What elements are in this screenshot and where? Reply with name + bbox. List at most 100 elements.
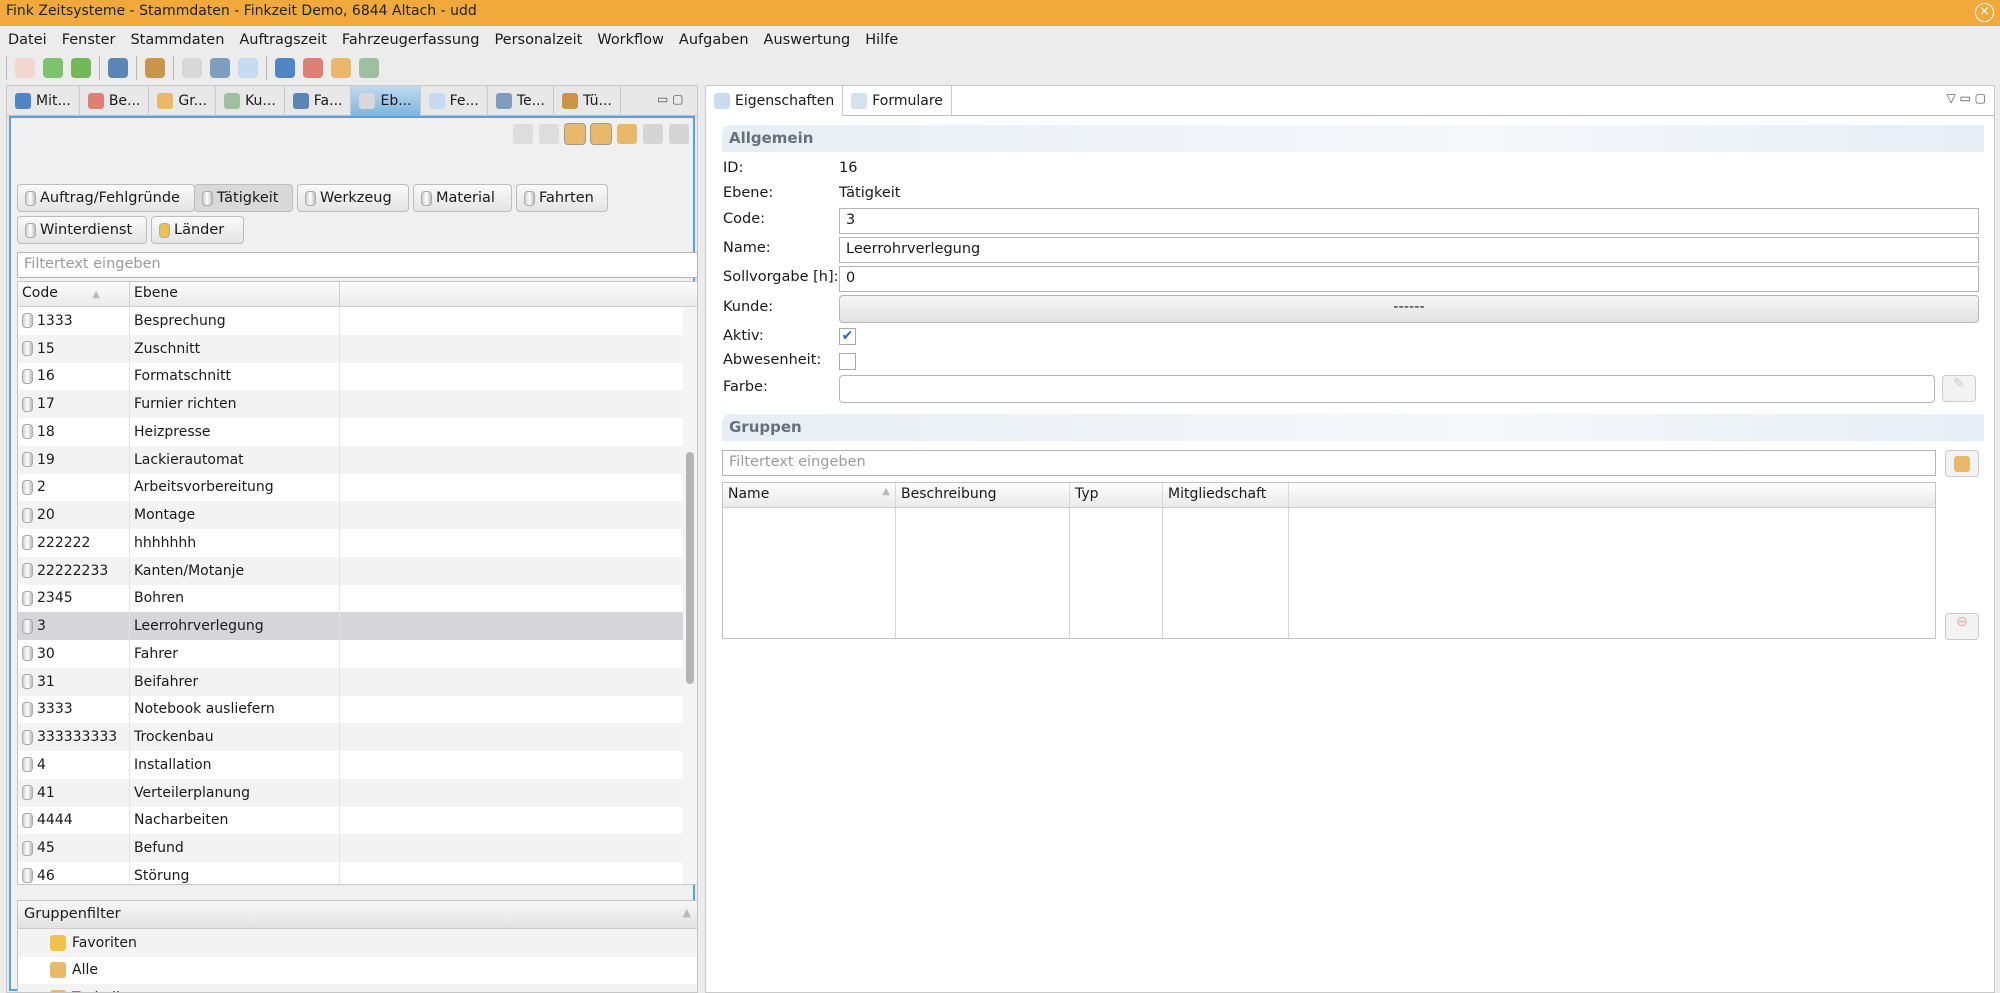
farbe-field[interactable] [839,375,1935,403]
column-header-code[interactable]: Code ▲ [18,282,130,306]
group-filter-item[interactable]: ▶Technik [18,984,697,992]
column-header-name[interactable]: Name ▲ [723,483,896,507]
pdf-icon[interactable] [15,58,35,78]
table-row[interactable]: 41 Verteilerplanung [18,778,697,807]
tab-6[interactable]: Fe... [421,86,488,116]
tab-5[interactable]: Eb... [351,86,421,116]
scrollbar[interactable] [683,307,697,884]
table-row[interactable]: 45 Befund [18,834,697,862]
menu-fahrzeugerfassung[interactable]: Fahrzeugerfassung [342,32,480,48]
view-menu-icon[interactable]: ▽ ▭ ▢ [1946,91,1986,105]
tab-8[interactable]: Tü... [554,86,621,116]
sollvorgabe-field[interactable]: 0 [839,266,1979,292]
car-icon[interactable] [108,58,128,78]
terminal-icon[interactable] [210,58,230,78]
code-field[interactable]: 3 [839,208,1979,234]
menu-hilfe[interactable]: Hilfe [865,32,898,48]
table-row[interactable]: 20 Montage [18,501,697,529]
level-button[interactable]: Winterdienst [17,216,147,244]
table-row[interactable]: 30 Fahrer [18,640,697,668]
tab-2[interactable]: Gr... [149,86,217,116]
car-icon [292,93,309,109]
menu-fenster[interactable]: Fenster [62,32,116,48]
clear-color-button[interactable]: ✎ [1942,375,1976,402]
tab-4[interactable]: Fa... [285,86,352,116]
group-icon[interactable] [331,58,351,78]
level-button[interactable]: Fahrten [516,184,608,212]
column-header-typ[interactable]: Typ [1070,483,1163,507]
group-add-icon[interactable] [617,124,637,144]
gruppen-filter-input[interactable]: Filtertext eingeben [722,450,1936,476]
delete-level-icon[interactable] [539,124,559,144]
cylinder-icon [25,222,36,238]
undo-icon[interactable] [71,58,91,78]
menu-auftragszeit[interactable]: Auftragszeit [239,32,327,48]
column-header-ebene[interactable]: Ebene [130,282,340,306]
remove-group-button[interactable]: ⊖ [1945,613,1979,640]
cylinder-icon[interactable] [182,58,202,78]
refresh-icon[interactable] [43,58,63,78]
add-level-icon[interactable] [513,124,533,144]
level-button[interactable]: Länder [151,216,244,244]
menu-auswertung[interactable]: Auswertung [764,32,851,48]
abwesenheit-checkbox[interactable] [839,353,856,370]
group-edit-icon[interactable] [590,123,612,145]
building-icon[interactable] [359,58,379,78]
person-icon[interactable] [275,58,295,78]
column-header-mitgliedschaft[interactable]: Mitgliedschaft [1163,483,1289,507]
table-row[interactable]: 3333 Notebook ausliefern [18,695,697,724]
table-row[interactable]: 15 Zuschnitt [18,334,697,363]
menu-personalzeit[interactable]: Personalzeit [494,32,582,48]
table-row[interactable]: 222222 hhhhhhh [18,529,697,557]
tab-3[interactable]: Ku... [216,86,285,116]
column-header-beschreibung[interactable]: Beschreibung [896,483,1070,507]
table-row[interactable]: 46 Störung [18,862,697,884]
add-group-button[interactable] [1945,450,1979,477]
table-row[interactable]: 3 Leerrohrverlegung [18,612,697,640]
door-icon[interactable] [145,58,165,78]
close-icon[interactable]: × [1975,3,1994,22]
table-row[interactable]: 2345 Bohren [18,584,697,613]
cup-icon[interactable] [643,124,663,144]
kunde-select-button[interactable]: ------ [839,295,1979,323]
aktiv-checkbox[interactable]: ✔ [839,328,856,345]
level-button[interactable]: Material [413,184,512,212]
name-field[interactable]: Leerrohrverlegung [839,237,1979,263]
level-button[interactable]: Auftrag/Fehlgründe [17,184,195,212]
tag-icon[interactable] [669,124,689,144]
group-filter-item[interactable]: Alle [18,957,697,985]
table-row[interactable]: 4 Installation [18,751,697,779]
table-row[interactable]: 19 Lackierautomat [18,445,697,474]
tab-eigenschaften[interactable]: Eigenschaften [706,86,844,116]
table-row[interactable]: 17 Furnier richten [18,390,697,418]
menu-datei[interactable]: Datei [8,32,47,48]
person-female-icon[interactable] [303,58,323,78]
menu-stammdaten[interactable]: Stammdaten [130,32,224,48]
form-icon[interactable] [238,58,258,78]
table-row[interactable]: 333333333 Trockenbau [18,723,697,751]
group-view-icon[interactable] [564,123,586,145]
cylinder-icon [22,313,33,329]
table-row[interactable]: 1333 Besprechung [18,307,697,335]
filter-input[interactable]: Filtertext eingeben [17,252,698,278]
menu-aufgaben[interactable]: Aufgaben [679,32,749,48]
level-button[interactable]: Werkzeug [297,184,409,212]
scrollbar-thumb[interactable] [686,452,694,684]
gruppenfilter-header[interactable]: Gruppenfilter ▲ [18,901,697,929]
menu-workflow[interactable]: Workflow [597,32,664,48]
group-filter-item[interactable]: Favoriten [18,929,697,957]
table-row[interactable]: 2 Arbeitsvorbereitung [18,473,697,502]
level-button[interactable]: Tätigkeit [194,184,293,212]
table-row[interactable]: 31 Beifahrer [18,667,697,696]
tab-0[interactable]: Mit... [7,86,80,116]
tab-7[interactable]: Te... [488,86,554,116]
tab-1[interactable]: Be... [80,86,150,116]
cylinder-icon [22,396,33,412]
table-row[interactable]: 18 Heizpresse [18,418,697,446]
tab-formulare[interactable]: Formulare [843,86,952,116]
minimize-maximize-icon[interactable]: ▭ ▢ [657,92,684,106]
table-row[interactable]: 16 Formatschnitt [18,362,697,391]
table-row[interactable]: 4444 Nacharbeiten [18,806,697,835]
table-row[interactable]: 22222233 Kanten/Motanje [18,556,697,585]
ebenen-table: Code ▲ Ebene 1333 Besprechung 15 Zuschnitt 1… [17,281,698,885]
